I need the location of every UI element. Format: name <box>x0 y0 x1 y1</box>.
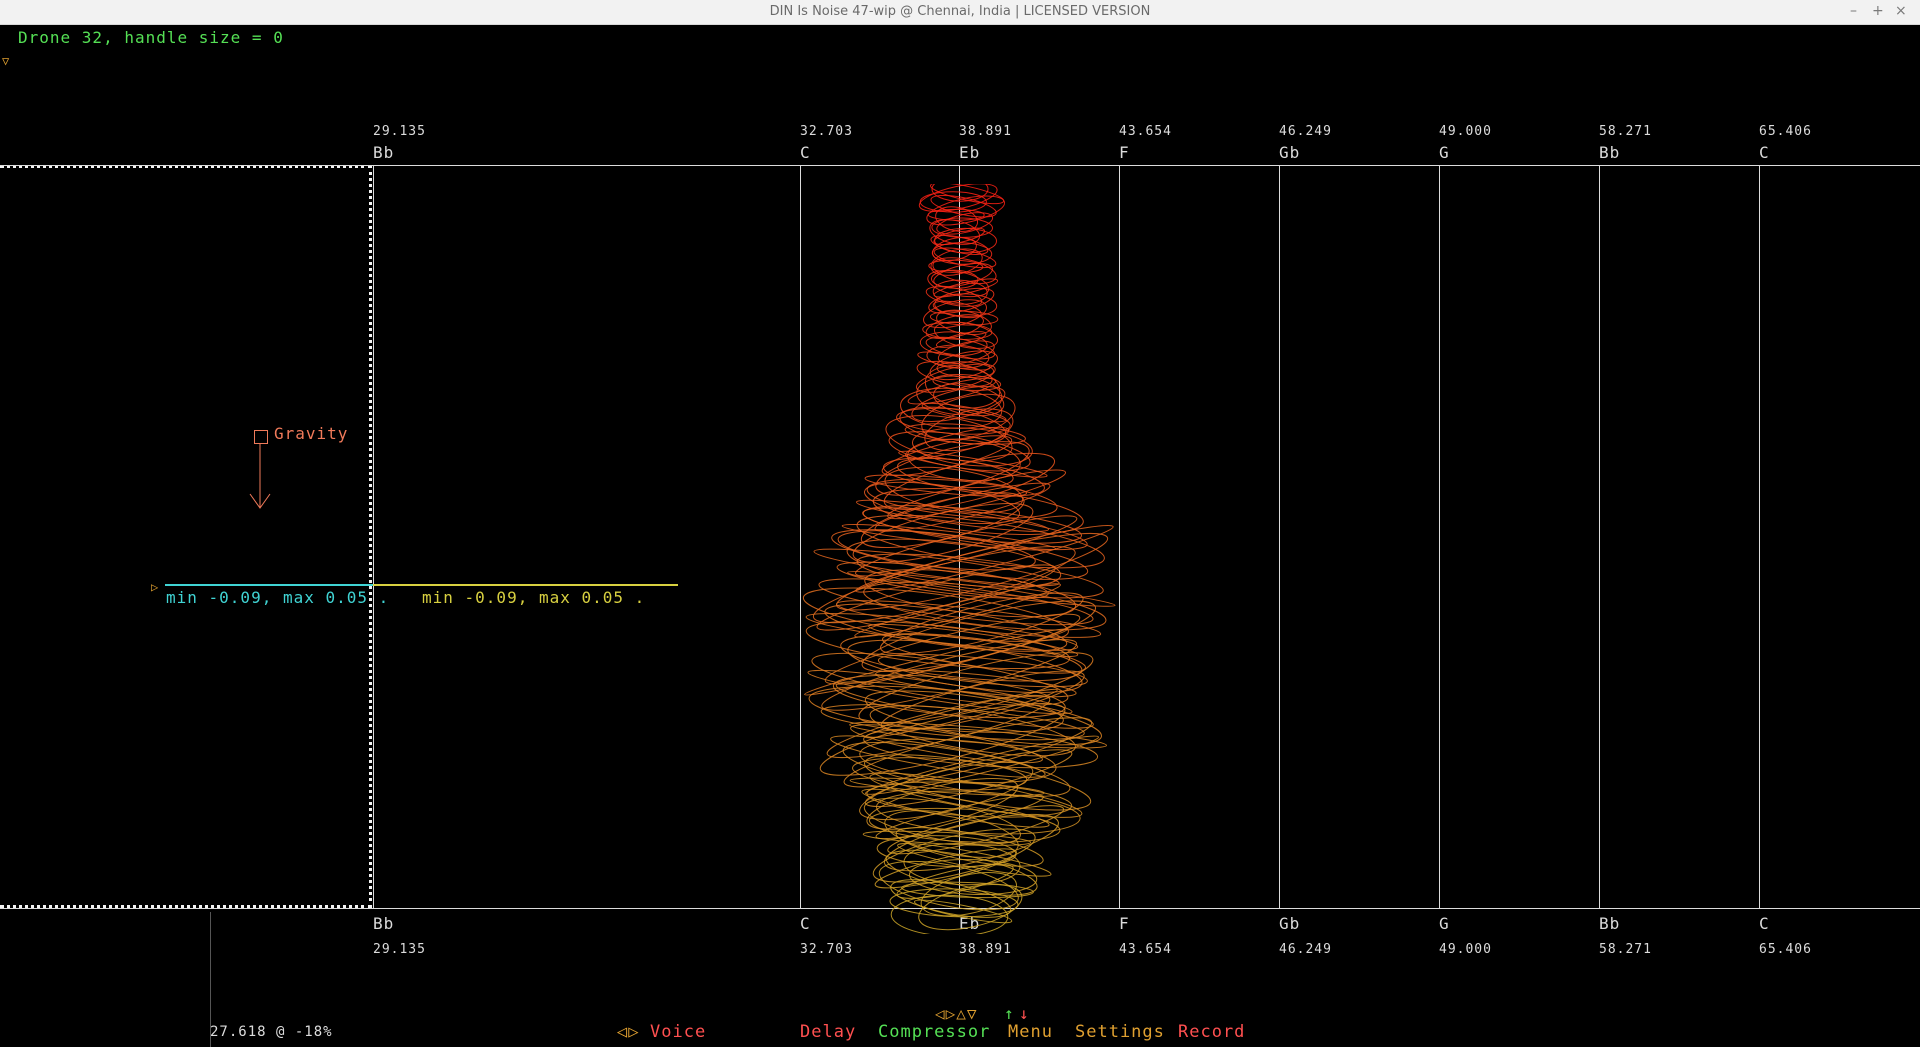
scale-top-note: Bb <box>1599 143 1621 162</box>
scale-top-note: C <box>1759 143 1770 162</box>
selection-box <box>0 165 372 908</box>
scale-top-note: G <box>1439 143 1450 162</box>
maximize-icon[interactable]: + <box>1872 3 1884 19</box>
scale-line <box>1599 165 1600 908</box>
scale-bottom-frequency: 32.703 <box>800 942 853 957</box>
scale-bottom-frequency: 29.135 <box>373 942 426 957</box>
drone-trail-loop <box>913 899 1013 924</box>
scale-bottom-note: G <box>1439 914 1450 933</box>
drone-trail-loop <box>932 300 982 319</box>
scale-top-note: C <box>800 143 811 162</box>
scale-line <box>1279 165 1280 908</box>
scale-top-note: Bb <box>373 143 395 162</box>
drone-info-text: Drone 32, handle size = 0 <box>18 28 284 47</box>
nav-up-arrow-icon[interactable]: ↑ <box>1004 1004 1015 1023</box>
scale-top-line <box>0 165 1920 166</box>
range-line-left[interactable] <box>165 584 373 586</box>
scale-top-note: F <box>1119 143 1130 162</box>
scale-top-frequency: 32.703 <box>800 124 853 139</box>
scale-top-frequency: 29.135 <box>373 124 426 139</box>
scale-top-note: Gb <box>1279 143 1301 162</box>
menu-settings[interactable]: Settings <box>1075 1022 1165 1042</box>
close-icon[interactable]: × <box>1895 3 1907 19</box>
nav-down-arrow-icon[interactable]: ↓ <box>1019 1004 1030 1023</box>
voice-arrows-icon[interactable]: ◁▷ <box>617 1022 639 1042</box>
drone-canvas[interactable]: Drone 32, handle size = 0 ▽ 29.135 Bb Bb 29… <box>0 24 1920 1047</box>
minimize-icon[interactable]: – <box>1850 3 1857 19</box>
status-readout: 27.618 @ -18% <box>210 1024 333 1040</box>
scale-top-frequency: 46.249 <box>1279 124 1332 139</box>
drone-trail-loop <box>916 375 1003 416</box>
drone-trail-pattern <box>802 184 1116 934</box>
drone-trail-loop <box>911 427 1033 467</box>
scale-bottom-frequency: 65.406 <box>1759 942 1812 957</box>
menu-compressor[interactable]: Compressor <box>878 1022 990 1042</box>
scale-line <box>1439 165 1440 908</box>
menu-menu[interactable]: Menu <box>1008 1022 1053 1042</box>
scale-line <box>373 165 374 908</box>
window-title: DIN Is Noise 47-wip @ Chennai, India | L… <box>769 4 1151 19</box>
window-titlebar: DIN Is Noise 47-wip @ Chennai, India | L… <box>0 0 1920 25</box>
scale-top-note: Eb <box>959 143 981 162</box>
gravity-arrow-icon <box>249 444 271 509</box>
scale-bottom-frequency: 43.654 <box>1119 942 1172 957</box>
nav-arrows-icon[interactable]: ◁▷△▽ <box>935 1004 978 1023</box>
scale-line <box>1759 165 1760 908</box>
scale-bottom-note: Bb <box>1599 914 1621 933</box>
range-left-text: min -0.09, max 0.05 . <box>166 588 390 607</box>
scale-bottom-frequency: 46.249 <box>1279 942 1332 957</box>
menu-toggle-icon[interactable]: ▽ <box>2 54 10 68</box>
menu-voice[interactable]: Voice <box>650 1022 706 1042</box>
scale-bottom-frequency: 49.000 <box>1439 942 1492 957</box>
scale-top-frequency: 49.000 <box>1439 124 1492 139</box>
range-marker-icon[interactable]: ▷ <box>151 580 159 594</box>
menu-record[interactable]: Record <box>1178 1022 1245 1042</box>
scale-bottom-note: Gb <box>1279 914 1301 933</box>
scale-bottom-note: Bb <box>373 914 395 933</box>
scale-top-frequency: 38.891 <box>959 124 1012 139</box>
drone-trail-loop <box>931 217 993 238</box>
scale-top-frequency: 65.406 <box>1759 124 1812 139</box>
range-right-text: min -0.09, max 0.05 . <box>422 588 646 607</box>
gravity-handle[interactable] <box>254 430 268 444</box>
scale-top-frequency: 58.271 <box>1599 124 1652 139</box>
menu-delay[interactable]: Delay <box>800 1022 856 1042</box>
scale-bottom-note: F <box>1119 914 1130 933</box>
scale-top-frequency: 43.654 <box>1119 124 1172 139</box>
drone-trail-loop <box>889 888 1019 918</box>
scale-bottom-frequency: 58.271 <box>1599 942 1652 957</box>
scale-bottom-note: C <box>1759 914 1770 933</box>
scale-bottom-frequency: 38.891 <box>959 942 1012 957</box>
gravity-label: Gravity <box>274 424 349 443</box>
range-line-right[interactable] <box>373 584 678 586</box>
